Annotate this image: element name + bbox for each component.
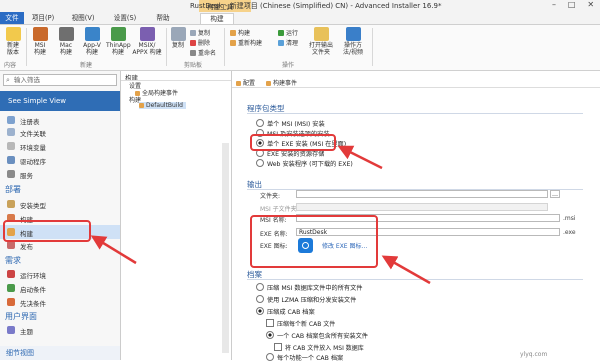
annotation-arrows bbox=[90, 145, 431, 285]
watermark: ylyq.com bbox=[520, 351, 548, 358]
arrow-to-build-nav bbox=[90, 235, 137, 265]
arrow-to-single-exe bbox=[337, 145, 383, 170]
arrow-to-output bbox=[381, 255, 431, 285]
